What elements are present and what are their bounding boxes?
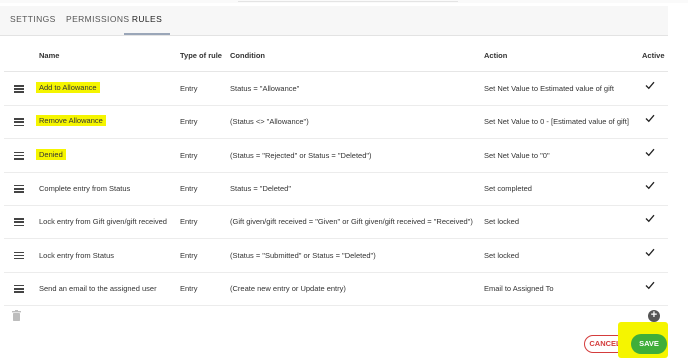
add-circle-icon[interactable]: + <box>648 310 660 322</box>
checkmark-icon[interactable] <box>645 114 655 124</box>
rule-type: Entry <box>180 250 198 260</box>
rule-type: Entry <box>180 283 198 293</box>
table-row[interactable]: Denied Entry (Status = "Rejected" or Statu… <box>4 140 668 173</box>
drag-handle-icon[interactable] <box>14 151 24 160</box>
rule-name: Denied <box>36 148 66 160</box>
rule-action: Set completed <box>484 183 532 193</box>
rule-condition: (Status = "Rejected" or Status = "Delete… <box>230 150 372 160</box>
rule-name: Lock entry from Status <box>39 250 115 260</box>
rule-action: Set Net Value to "0" <box>484 150 550 160</box>
rule-condition: Status = "Allowance" <box>230 84 300 93</box>
rule-name: Add to Allowance <box>36 82 100 93</box>
header-active: Active <box>642 51 665 60</box>
header-condition: Condition <box>230 51 265 60</box>
tab-rules[interactable]: RULES <box>124 6 170 35</box>
drag-handle-icon[interactable] <box>14 284 24 293</box>
rule-name: Remove Allowance <box>36 115 106 127</box>
checkmark-icon[interactable] <box>645 181 655 191</box>
rule-type: Entry <box>180 150 198 160</box>
tab-bar: SETTINGS PERMISSIONS RULES <box>0 6 668 36</box>
rule-condition: (Create new entry or Update entry) <box>230 283 346 293</box>
rule-condition: Status = "Deleted" <box>230 183 291 193</box>
top-divider <box>0 0 688 3</box>
rule-name: Send an email to the assigned user <box>39 283 157 293</box>
drag-handle-icon[interactable] <box>14 184 24 193</box>
table-row[interactable]: Remove Allowance Entry (Status <> "Allowan… <box>4 106 668 140</box>
drag-handle-icon[interactable] <box>14 251 24 260</box>
table-row[interactable]: Lock entry from Status Entry (Status = "Su… <box>4 240 668 273</box>
rule-type: Entry <box>180 217 198 227</box>
rule-action: Set Net Value to 0 - [Estimated value of… <box>484 117 629 127</box>
rule-action: Set Net Value to Estimated value of gift <box>484 84 614 93</box>
table-row[interactable]: Complete entry from Status Entry Status = … <box>4 173 668 206</box>
rule-condition: (Status = "Submitted" or Status = "Delet… <box>230 250 376 260</box>
checkmark-icon[interactable] <box>645 81 655 91</box>
drag-handle-icon[interactable] <box>14 218 24 227</box>
drag-handle-icon[interactable] <box>14 85 24 93</box>
save-button[interactable]: SAVE <box>631 334 667 354</box>
tab-settings[interactable]: SETTINGS <box>10 6 55 35</box>
rule-type: Entry <box>180 183 198 193</box>
header-action: Action <box>484 51 508 60</box>
trash-icon[interactable] <box>12 310 21 321</box>
table-row[interactable]: Add to Allowance Entry Status = "Allowance… <box>4 73 668 106</box>
rule-condition: (Gift given/gift received = "Given" or G… <box>230 217 473 227</box>
table-row[interactable]: Send an email to the assigned user Entry (… <box>4 273 668 306</box>
rule-action: Email to Assigned To <box>484 283 554 293</box>
rule-name: Complete entry from Status <box>39 183 131 193</box>
rule-name: Lock entry from Gift given/gift received <box>39 217 167 227</box>
header-name: Name <box>39 51 60 60</box>
rule-condition: (Status <> "Allowance") <box>230 117 309 127</box>
tab-permissions[interactable]: PERMISSIONS <box>66 6 129 35</box>
rule-action: Set locked <box>484 250 520 260</box>
checkmark-icon[interactable] <box>645 148 655 158</box>
rule-action: Set locked <box>484 217 520 227</box>
table-header: Name Type of rule Condition Action Activ… <box>4 36 668 72</box>
checkmark-icon[interactable] <box>645 248 655 258</box>
header-type: Type of rule <box>180 51 222 60</box>
checkmark-icon[interactable] <box>645 214 655 224</box>
rule-type: Entry <box>180 84 198 93</box>
table-row[interactable]: Lock entry from Gift given/gift received… <box>4 206 668 240</box>
drag-handle-icon[interactable] <box>14 118 24 127</box>
rule-type: Entry <box>180 117 198 127</box>
checkmark-icon[interactable] <box>645 281 655 291</box>
